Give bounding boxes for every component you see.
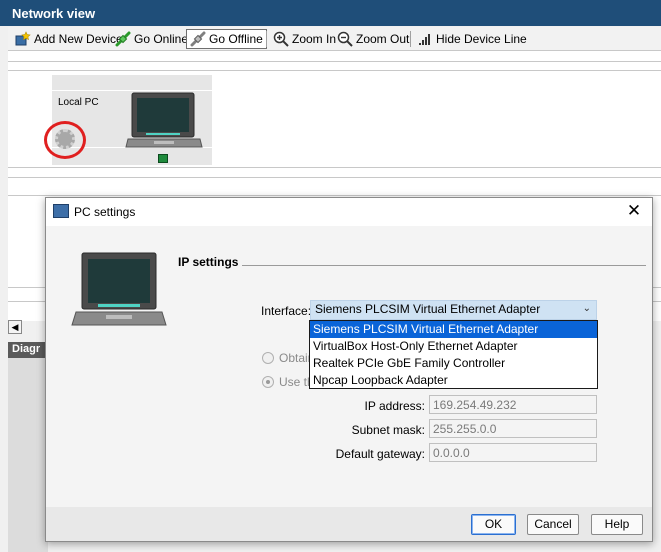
interface-option[interactable]: Siemens PLCSIM Virtual Ethernet Adapter (310, 321, 597, 338)
radio-button[interactable] (262, 352, 274, 364)
laptop-icon (71, 252, 167, 326)
zoom-out-button[interactable]: Zoom Out (334, 29, 412, 49)
zoom-out-icon (337, 31, 353, 47)
help-button[interactable]: Help (591, 514, 643, 535)
go-online-button[interactable]: Go Online (112, 29, 191, 49)
close-icon[interactable]: ✕ (625, 201, 643, 221)
cancel-button[interactable]: Cancel (527, 514, 579, 535)
zoom-in-icon (273, 31, 289, 47)
scroll-left-button[interactable]: ◀ (8, 320, 22, 334)
toolbar-separator (410, 31, 411, 47)
radio-button[interactable] (262, 376, 274, 388)
hide-device-line-button[interactable]: Hide Device Line (414, 29, 530, 49)
toolbar-separator (266, 31, 267, 47)
subnet-mask-label: Subnet mask: (351, 423, 425, 437)
go-online-icon (115, 31, 131, 47)
network-view-toolbar: Add New Device Go Online Go Offline Zoom… (8, 27, 661, 51)
device-label: Local PC (58, 97, 99, 108)
interface-selected-value: Siemens PLCSIM Virtual Ethernet Adapter (315, 302, 541, 316)
go-offline-icon (190, 31, 206, 47)
interface-option[interactable]: Npcap Loopback Adapter (310, 372, 597, 389)
default-gateway-label: Default gateway: (335, 447, 425, 461)
gear-icon[interactable] (55, 129, 75, 149)
default-gateway-field[interactable] (429, 443, 597, 462)
network-view-title: Network view (12, 6, 96, 21)
ethernet-port-icon[interactable] (158, 154, 168, 163)
diagnostics-label: Diagr (12, 343, 41, 355)
add-new-device-button[interactable]: Add New Device (12, 29, 126, 49)
zoom-in-label: Zoom In (292, 32, 337, 46)
ip-settings-heading: IP settings (178, 255, 239, 269)
device-line-icon (419, 34, 430, 45)
go-offline-button[interactable]: Go Offline (186, 29, 267, 49)
network-view-titlebar: Network view (0, 0, 661, 26)
diagnostics-tab[interactable]: Diagr (8, 342, 48, 358)
interface-option[interactable]: VirtualBox Host-Only Ethernet Adapter (310, 338, 597, 355)
grid-line (8, 177, 661, 178)
obtain-ip-radio[interactable]: Obtain (262, 351, 314, 365)
ip-address-label: IP address: (364, 399, 425, 413)
grid-line (8, 167, 661, 168)
ip-address-field[interactable] (429, 395, 597, 414)
interface-label: Interface: (261, 304, 312, 318)
dialog-titlebar[interactable]: PC settings ✕ (46, 198, 652, 226)
section-divider (242, 265, 646, 266)
add-new-device-label: Add New Device (34, 32, 123, 46)
zoom-in-button[interactable]: Zoom In (270, 29, 339, 49)
go-offline-label: Go Offline (209, 32, 263, 46)
grid-line (8, 70, 661, 71)
chevron-down-icon: ⌄ (582, 303, 591, 314)
diagnostics-panel (8, 358, 48, 552)
go-online-label: Go Online (134, 32, 189, 46)
ok-button[interactable]: OK (471, 514, 516, 535)
pc-settings-icon (53, 204, 69, 218)
use-ip-radio[interactable]: Use th (262, 375, 314, 389)
pc-settings-dialog: PC settings ✕ IP settings Interface: Sie… (45, 197, 653, 542)
dialog-title: PC settings (74, 205, 136, 219)
grid-line (8, 195, 661, 196)
laptop-icon (125, 92, 203, 148)
interface-option[interactable]: Realtek PCIe GbE Family Controller (310, 355, 597, 372)
add-device-icon (15, 31, 31, 46)
interface-dropdown-list[interactable]: Siemens PLCSIM Virtual Ethernet Adapter … (309, 320, 598, 389)
grid-line (8, 61, 661, 62)
hide-device-line-label: Hide Device Line (436, 32, 527, 46)
zoom-out-label: Zoom Out (356, 32, 410, 46)
subnet-mask-field[interactable] (429, 419, 597, 438)
interface-select[interactable]: Siemens PLCSIM Virtual Ethernet Adapter … (310, 300, 597, 320)
